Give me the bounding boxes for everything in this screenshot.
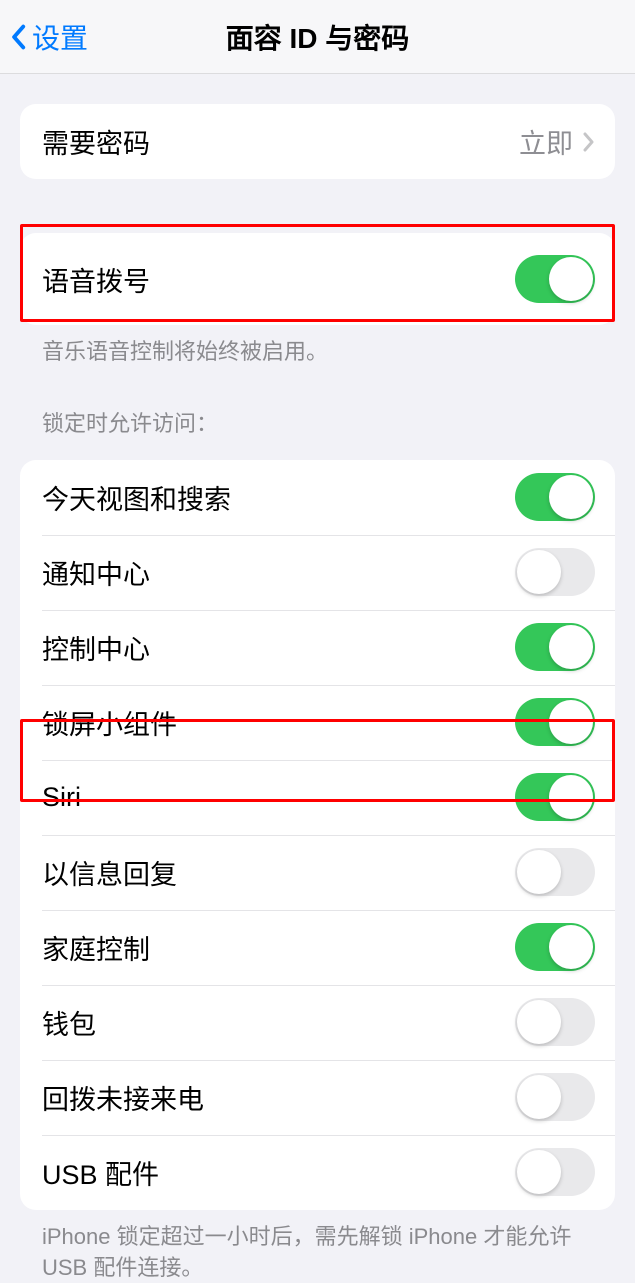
allow-access-cell: 今天视图和搜索 xyxy=(20,460,615,535)
require-passcode-value: 立即 xyxy=(519,122,573,161)
allow-access-cell: 家庭控制 xyxy=(20,910,615,985)
chevron-left-icon xyxy=(8,23,28,51)
allow-access-cell: 控制中心 xyxy=(20,610,615,685)
voice-dial-cell: 语音拨号 xyxy=(20,233,615,325)
allow-access-toggle[interactable] xyxy=(515,998,595,1046)
chevron-right-icon xyxy=(583,132,595,152)
allow-access-toggle[interactable] xyxy=(515,698,595,746)
allow-access-label: 钱包 xyxy=(42,1003,96,1042)
require-passcode-label: 需要密码 xyxy=(42,122,150,161)
allow-access-cell: USB 配件 xyxy=(20,1135,615,1210)
allow-access-toggle[interactable] xyxy=(515,923,595,971)
navigation-bar: 设置 面容 ID 与密码 xyxy=(0,0,635,74)
allow-access-label: 控制中心 xyxy=(42,628,150,667)
voice-dial-label: 语音拨号 xyxy=(42,260,150,299)
require-passcode-cell[interactable]: 需要密码 立即 xyxy=(20,104,615,179)
allow-access-toggle[interactable] xyxy=(515,773,595,821)
allow-access-header: 锁定时允许访问： xyxy=(20,406,615,448)
voice-dial-toggle[interactable] xyxy=(515,255,595,303)
allow-access-cell: Siri xyxy=(20,760,615,835)
usb-footer: iPhone 锁定超过一小时后，需先解锁 iPhone 才能允许 USB 配件连… xyxy=(20,1210,615,1283)
allow-access-cell: 钱包 xyxy=(20,985,615,1060)
allow-access-toggle[interactable] xyxy=(515,473,595,521)
allow-access-label: 今天视图和搜索 xyxy=(42,478,231,517)
allow-access-toggle[interactable] xyxy=(515,548,595,596)
passcode-group: 需要密码 立即 xyxy=(20,104,615,179)
allow-access-cell: 通知中心 xyxy=(20,535,615,610)
allow-access-label: 通知中心 xyxy=(42,553,150,592)
page-title: 面容 ID 与密码 xyxy=(226,17,410,57)
allow-access-toggle[interactable] xyxy=(515,1073,595,1121)
allow-access-label: 家庭控制 xyxy=(42,928,150,967)
back-label: 设置 xyxy=(32,17,88,57)
allow-access-cell: 以信息回复 xyxy=(20,835,615,910)
allow-access-toggle[interactable] xyxy=(515,848,595,896)
allow-access-group: 今天视图和搜索通知中心控制中心锁屏小组件 Siri 以信息回复家庭控制钱包回拨未接来… xyxy=(20,460,615,1210)
allow-access-toggle[interactable] xyxy=(515,623,595,671)
voice-dial-group: 语音拨号 xyxy=(20,233,615,325)
allow-access-cell: 锁屏小组件 xyxy=(20,685,615,760)
allow-access-label: USB 配件 xyxy=(42,1153,159,1192)
allow-access-cell: 回拨未接来电 xyxy=(20,1060,615,1135)
allow-access-toggle[interactable] xyxy=(515,1148,595,1196)
allow-access-label: Siri xyxy=(42,782,81,813)
allow-access-label: 回拨未接来电 xyxy=(42,1078,204,1117)
back-button[interactable]: 设置 xyxy=(0,17,88,57)
allow-access-label: 以信息回复 xyxy=(42,853,177,892)
voice-dial-footer: 音乐语音控制将始终被启用。 xyxy=(20,325,615,368)
allow-access-label: 锁屏小组件 xyxy=(42,703,177,742)
